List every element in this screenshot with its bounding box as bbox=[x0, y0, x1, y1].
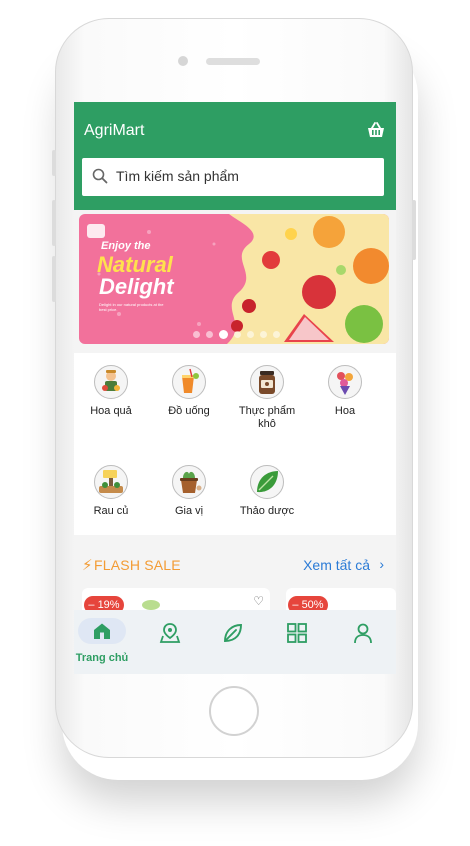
spice-pot-icon bbox=[172, 465, 206, 499]
flash-sale-header: ⚡ FLASH SALE Xem tất cả › bbox=[74, 545, 396, 585]
category-grid: Hoa quả Đồ uống Thực phẩm khô Hoa Rau củ… bbox=[74, 353, 396, 535]
product-image bbox=[142, 600, 160, 610]
herb-leaf-icon bbox=[250, 465, 284, 499]
leaf-icon bbox=[224, 624, 242, 642]
chevron-right-icon[interactable]: › bbox=[379, 556, 384, 572]
phone-speaker bbox=[206, 58, 260, 65]
vegetable-garden-icon bbox=[94, 465, 128, 499]
banner-pagination[interactable] bbox=[193, 330, 280, 339]
banner-headline-sub: Delight bbox=[99, 274, 174, 299]
basket-icon[interactable] bbox=[366, 120, 386, 140]
banner-tagline: Delight in our natural products at the b… bbox=[99, 302, 164, 312]
map-pin-icon bbox=[159, 623, 181, 643]
category-item[interactable]: Thực phẩm khô bbox=[229, 365, 305, 431]
app-screen: AgriMart Tìm kiếm sản phẩm Enjoy the Nat… bbox=[74, 102, 396, 674]
category-label: Rau củ bbox=[93, 505, 129, 517]
category-item[interactable]: Đồ uống bbox=[151, 365, 227, 418]
category-item[interactable]: Gia vị bbox=[151, 465, 227, 518]
heart-icon[interactable]: ♡ bbox=[253, 594, 264, 608]
phone-volume-down bbox=[52, 256, 56, 302]
category-item[interactable]: Hoa quả bbox=[74, 365, 149, 418]
farmer-fruit-icon bbox=[94, 365, 128, 399]
phone-side-button bbox=[52, 150, 56, 176]
search-bar[interactable]: Tìm kiếm sản phẩm bbox=[82, 158, 384, 196]
flower-bouquet-icon bbox=[328, 365, 362, 399]
category-label: Hoa quả bbox=[90, 405, 132, 417]
search-icon bbox=[92, 168, 108, 184]
phone-power-button bbox=[412, 200, 416, 260]
category-label: Hoa bbox=[334, 405, 356, 417]
user-icon bbox=[354, 623, 372, 644]
flash-sale-title: FLASH SALE bbox=[94, 557, 181, 573]
phone-home-button[interactable] bbox=[209, 686, 259, 736]
dry-food-jar-icon bbox=[250, 365, 284, 399]
nav-item-map[interactable] bbox=[138, 610, 202, 674]
pagination-dot[interactable] bbox=[273, 331, 280, 338]
category-label: Thảo dược bbox=[239, 505, 295, 517]
nav-label-home: Trang chủ bbox=[75, 652, 129, 664]
phone-camera bbox=[178, 56, 188, 66]
nav-item-leaf[interactable] bbox=[202, 610, 266, 674]
search-input[interactable]: Tìm kiếm sản phẩm bbox=[116, 168, 239, 184]
pagination-dot[interactable] bbox=[206, 331, 213, 338]
category-label: Gia vị bbox=[174, 505, 204, 517]
pagination-dot[interactable] bbox=[260, 331, 267, 338]
nav-item-categories[interactable] bbox=[266, 610, 330, 674]
lightning-icon: ⚡ bbox=[82, 557, 93, 574]
nav-item-home[interactable]: Trang chủ bbox=[74, 610, 138, 674]
bottom-navigation: Trang chủ bbox=[74, 610, 396, 674]
category-item[interactable]: Hoa bbox=[307, 365, 383, 418]
grid-icon bbox=[287, 623, 307, 643]
category-label: Thực phẩm khô bbox=[238, 405, 296, 430]
banner-headline-top: Enjoy the bbox=[101, 240, 151, 252]
app-header: AgriMart Tìm kiếm sản phẩm bbox=[74, 102, 396, 210]
pagination-dot[interactable] bbox=[234, 331, 241, 338]
nav-item-profile[interactable] bbox=[330, 610, 394, 674]
category-item[interactable]: Rau củ bbox=[74, 465, 149, 518]
drink-icon bbox=[172, 365, 206, 399]
home-content: Enjoy the Natural Delight Delight in our… bbox=[74, 210, 396, 628]
app-title: AgriMart bbox=[84, 122, 145, 139]
pagination-dot[interactable] bbox=[247, 331, 254, 338]
category-label: Đồ uống bbox=[168, 405, 210, 417]
pagination-dot-active[interactable] bbox=[219, 330, 228, 339]
phone-volume-up bbox=[52, 200, 56, 246]
home-icon bbox=[94, 623, 110, 639]
category-item[interactable]: Thảo dược bbox=[229, 465, 305, 518]
promo-banner[interactable]: Enjoy the Natural Delight Delight in our… bbox=[79, 214, 389, 344]
banner-logo-icon bbox=[87, 224, 105, 238]
pagination-dot[interactable] bbox=[193, 331, 200, 338]
see-all-link[interactable]: Xem tất cả bbox=[303, 557, 370, 573]
